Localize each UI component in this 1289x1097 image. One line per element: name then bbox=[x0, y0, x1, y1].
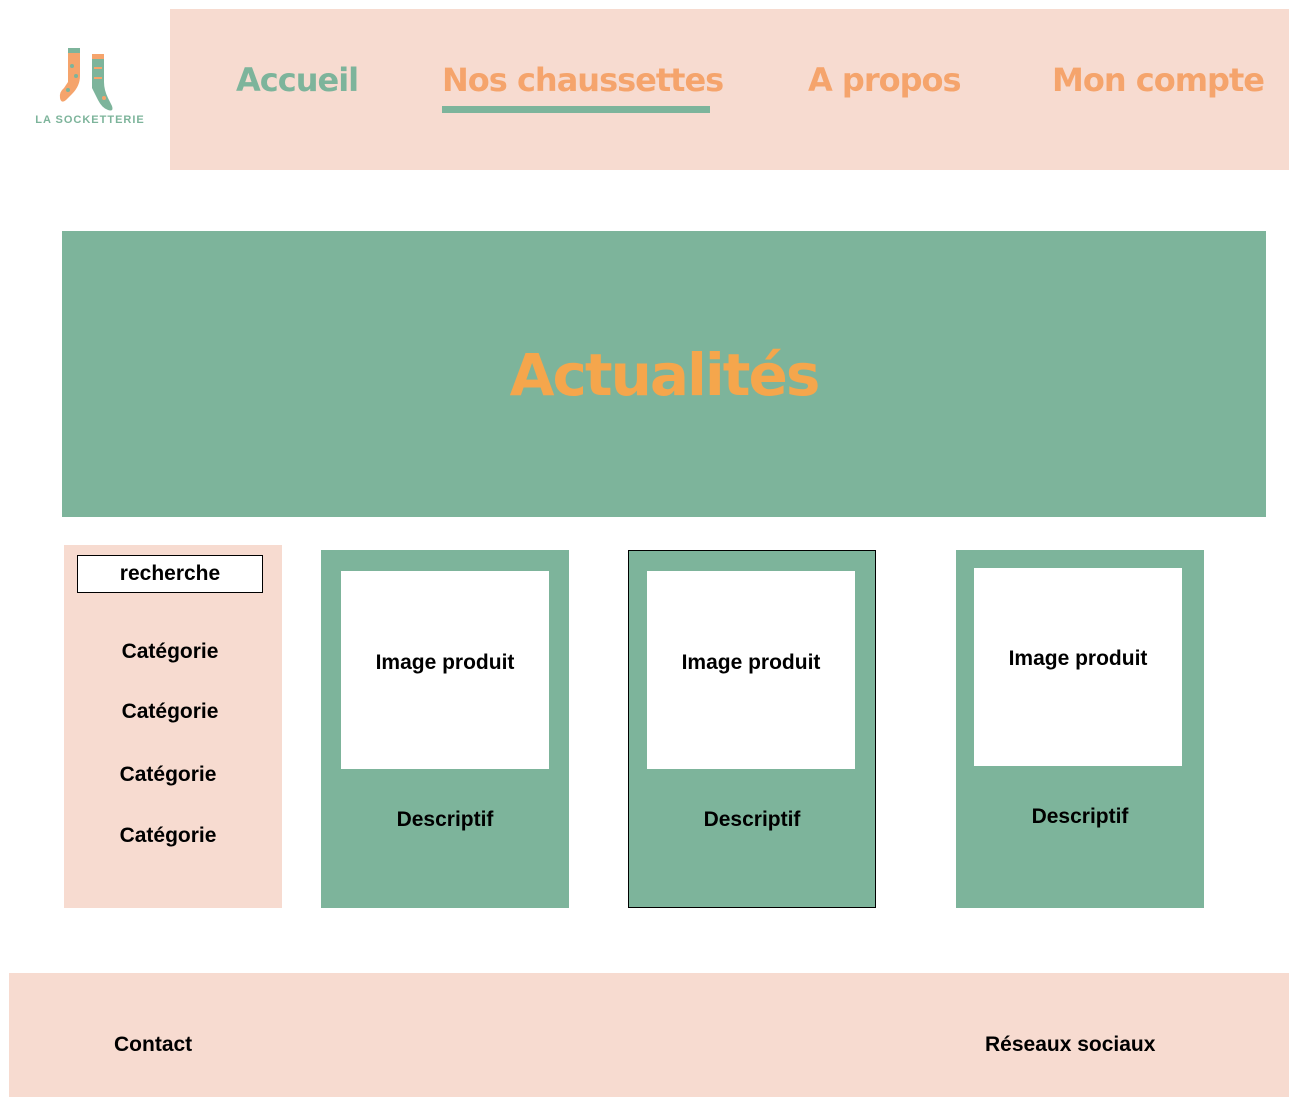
product-card[interactable]: Image produit Descriptif bbox=[628, 550, 876, 908]
sidebar-category[interactable]: Catégorie bbox=[64, 640, 276, 664]
product-image-label: Image produit bbox=[1008, 647, 1148, 670]
footer: Contact Réseaux sociaux bbox=[9, 973, 1289, 1097]
logo-text: LA SOCKETTERIE bbox=[35, 114, 145, 126]
product-card[interactable]: Image produit Descriptif bbox=[321, 550, 569, 908]
socks-icon bbox=[59, 48, 113, 111]
banner-title: Actualités bbox=[509, 341, 821, 409]
nav-item-accueil[interactable]: Accueil bbox=[236, 61, 359, 99]
search-input[interactable]: recherche bbox=[77, 555, 263, 593]
product-description: Descriptif bbox=[1031, 805, 1129, 828]
sidebar-category[interactable]: Catégorie bbox=[62, 763, 274, 787]
product-card[interactable]: Image produit Descriptif bbox=[956, 550, 1204, 908]
sidebar: recherche Catégorie Catégorie Catégorie … bbox=[64, 545, 282, 908]
footer-contact-link[interactable]: Contact bbox=[114, 1033, 192, 1057]
product-image[interactable]: Image produit bbox=[647, 571, 855, 769]
logo[interactable]: LA SOCKETTERIE bbox=[28, 46, 152, 136]
nav-item-nos-chaussettes[interactable]: Nos chaussettes bbox=[442, 61, 724, 99]
nav-item-a-propos[interactable]: A propos bbox=[808, 61, 962, 99]
top-navigation: Accueil Nos chaussettes A propos Mon com… bbox=[170, 9, 1289, 170]
footer-social-link[interactable]: Réseaux sociaux bbox=[985, 1033, 1155, 1057]
product-image[interactable]: Image produit bbox=[341, 571, 549, 769]
sidebar-category[interactable]: Catégorie bbox=[64, 700, 276, 724]
product-description: Descriptif bbox=[396, 808, 494, 831]
product-description: Descriptif bbox=[703, 808, 801, 831]
product-image-label: Image produit bbox=[375, 651, 515, 674]
product-image[interactable]: Image produit bbox=[974, 568, 1182, 766]
sidebar-category[interactable]: Catégorie bbox=[62, 824, 274, 848]
news-banner: Actualités bbox=[62, 231, 1266, 517]
product-image-label: Image produit bbox=[681, 651, 821, 674]
active-nav-underline bbox=[442, 106, 710, 113]
nav-item-mon-compte[interactable]: Mon compte bbox=[1052, 61, 1265, 99]
